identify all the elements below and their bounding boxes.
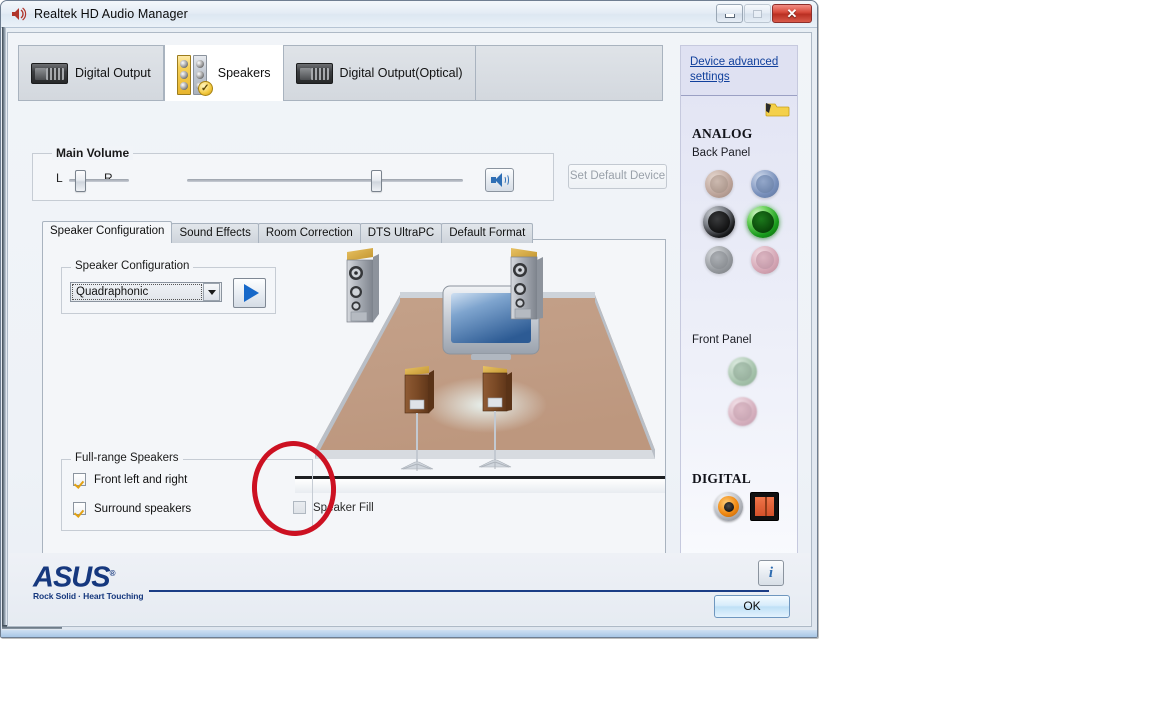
info-button[interactable]: i: [758, 560, 784, 586]
app-speaker-icon: [9, 5, 27, 23]
asus-tagline: Rock Solid · Heart Touching: [33, 590, 144, 601]
device-tab-label: Speakers: [217, 66, 271, 80]
speaker-configuration-select[interactable]: Quadraphonic: [70, 282, 222, 302]
speaker-configuration-group-title: Speaker Configuration: [71, 260, 194, 272]
asus-wordmark: ASUS®: [33, 559, 158, 593]
speaker-configuration-panel: Speaker Configuration Quadraphonic Full-…: [42, 239, 666, 582]
quadraphonic-room-diagram: [295, 240, 665, 581]
coaxial-spdif-jack[interactable]: [714, 492, 743, 521]
jack-black[interactable]: [703, 206, 735, 238]
checkbox-label: Speaker Fill: [313, 501, 374, 514]
tab-sound-effects[interactable]: Sound Effects: [171, 223, 259, 243]
checkbox-speaker-fill[interactable]: Speaker Fill: [293, 501, 374, 514]
checkbox-icon[interactable]: [293, 501, 306, 514]
balance-left-label: L: [56, 171, 63, 185]
speaker-volume-icon: [491, 173, 509, 187]
minimize-button[interactable]: [716, 4, 743, 23]
device-advanced-settings-link[interactable]: Device advanced settings: [690, 55, 789, 85]
tab-dts-ultrapc[interactable]: DTS UltraPC: [359, 223, 443, 243]
checkbox-front-left-and-right[interactable]: Front left and right: [73, 473, 187, 486]
jack-hole: [710, 251, 728, 269]
jack-panel-area: ANALOG Back Panel Front Panel DIGITAL: [681, 96, 797, 581]
full-range-speakers-title: Full-range Speakers: [71, 452, 183, 464]
chevron-down-icon[interactable]: [203, 283, 220, 301]
folder-icon[interactable]: [764, 100, 790, 118]
device-tab-label: Digital Output(Optical): [339, 66, 463, 80]
checkbox-label: Surround speakers: [94, 502, 192, 515]
ok-button[interactable]: OK: [714, 595, 790, 618]
checkbox-label: Front left and right: [94, 473, 188, 486]
balance-right-label: R: [104, 171, 113, 185]
device-tab-strip: Digital Output ✓ Speakers Digital Output…: [18, 45, 663, 101]
jack-hole: [708, 211, 730, 233]
speaker-configuration-value: Quadraphonic: [72, 284, 202, 300]
tab-default-format[interactable]: Default Format: [441, 223, 534, 243]
back-panel-label: Back Panel: [692, 147, 751, 159]
digital-output-icon: [31, 62, 68, 84]
front-panel-label: Front Panel: [692, 334, 752, 346]
device-tab-label: Digital Output: [75, 66, 151, 80]
jack-green[interactable]: [747, 206, 779, 238]
play-test-tone-button[interactable]: [233, 278, 266, 308]
jack-hole: [733, 402, 752, 421]
jack-hole: [733, 362, 752, 381]
volume-slider-thumb[interactable]: [371, 170, 382, 192]
window-left-bevel: [2, 27, 6, 627]
jack-hole: [756, 175, 774, 193]
analog-heading: ANALOG: [692, 126, 753, 141]
device-tab-speakers[interactable]: ✓ Speakers: [163, 45, 284, 101]
jack-blue[interactable]: [751, 170, 779, 198]
tab-room-correction[interactable]: Room Correction: [257, 223, 361, 243]
jack-tan[interactable]: [705, 170, 733, 198]
device-tab-digital-output-optical[interactable]: Digital Output(Optical): [284, 46, 476, 100]
device-advanced-settings-area: Device advanced settings: [681, 46, 797, 96]
set-default-device-button[interactable]: Set Default Device: [568, 164, 667, 189]
speakers-icon: ✓: [176, 51, 213, 96]
play-triangle-icon: [243, 284, 259, 302]
tab-speaker-configuration[interactable]: Speaker Configuration: [42, 221, 173, 243]
title-bar: Realtek HD Audio Manager ✕: [1, 1, 817, 28]
volume-slider-track[interactable]: [187, 179, 463, 182]
footer-bar: ASUS® Rock Solid · Heart Touching i OK: [9, 553, 810, 625]
maximize-button[interactable]: [744, 4, 771, 23]
digital-heading: DIGITAL: [692, 471, 751, 486]
asus-brand-text: ASUS: [33, 561, 111, 594]
mute-toggle-button[interactable]: [485, 168, 514, 192]
settings-tab-strip: Speaker Configuration Sound Effects Room…: [42, 221, 534, 243]
full-range-speakers-group: Full-range Speakers Front left and right…: [61, 452, 313, 531]
optical-spdif-port[interactable]: [750, 492, 779, 521]
close-button[interactable]: ✕: [772, 4, 812, 23]
active-check-badge-icon: ✓: [197, 81, 213, 96]
jack-pink-front[interactable]: [728, 397, 757, 426]
jack-hole: [710, 175, 728, 193]
main-volume-title: Main Volume: [52, 146, 134, 160]
client-area: Digital Output ✓ Speakers Digital Output…: [7, 32, 812, 627]
checkbox-icon[interactable]: [73, 473, 86, 486]
digital-output-optical-icon: [295, 62, 333, 84]
checkbox-icon[interactable]: [73, 502, 86, 515]
asus-logo: ASUS® Rock Solid · Heart Touching: [33, 559, 158, 601]
jack-pink[interactable]: [751, 246, 779, 274]
window-buttons: ✕: [715, 4, 812, 23]
device-tab-digital-output[interactable]: Digital Output: [19, 46, 164, 100]
footer-divider: [149, 590, 769, 592]
realtek-audio-manager-window: Realtek HD Audio Manager ✕ Digital Outpu…: [0, 0, 818, 638]
main-volume-group: Main Volume L R: [32, 146, 554, 201]
jack-hole: [752, 211, 774, 233]
connector-sidebar: Device advanced settings ANALOG Back Pan…: [680, 45, 798, 582]
balance-slider-thumb[interactable]: [75, 170, 86, 192]
checkbox-surround-speakers[interactable]: Surround speakers: [73, 502, 191, 515]
registered-mark: ®: [109, 569, 116, 578]
jack-hole: [756, 251, 774, 269]
jack-grey[interactable]: [705, 246, 733, 274]
window-title: Realtek HD Audio Manager: [34, 7, 188, 21]
jack-green-front[interactable]: [728, 357, 757, 386]
